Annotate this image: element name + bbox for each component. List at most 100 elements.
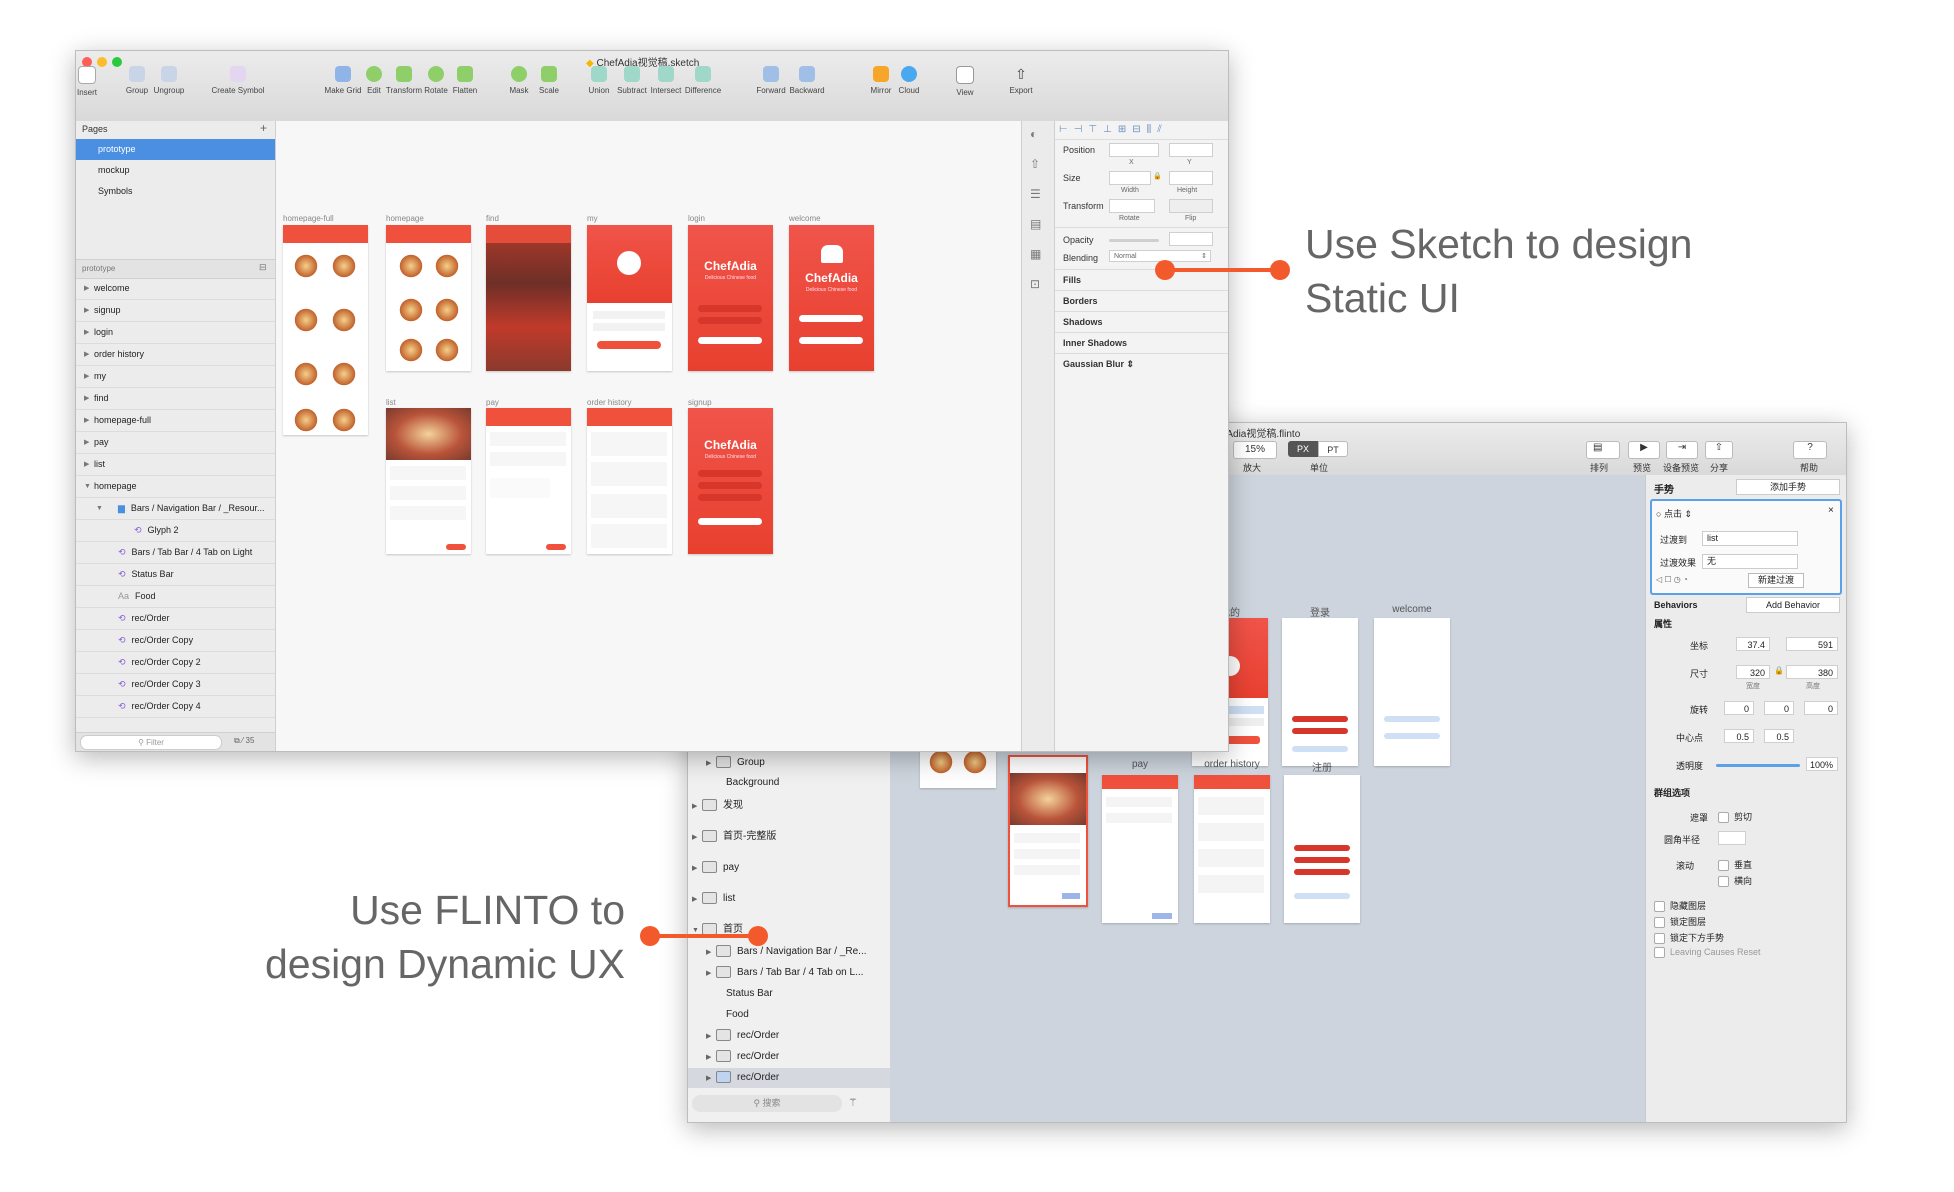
page-item-prototype[interactable]: prototype xyxy=(76,139,275,160)
artboard-order-history[interactable] xyxy=(587,408,672,554)
ungroup-button[interactable]: Ungroup xyxy=(146,66,192,95)
x-input[interactable]: 37.4 xyxy=(1736,637,1770,651)
rotate-y-input[interactable]: 0 xyxy=(1764,701,1794,715)
width-input[interactable]: 320 xyxy=(1736,665,1770,679)
layer-login[interactable]: ▶ login xyxy=(76,322,275,344)
layer-item[interactable]: ▶ rec/Order xyxy=(688,1047,908,1067)
width-input[interactable] xyxy=(1109,171,1151,185)
opacity-slider[interactable] xyxy=(1109,239,1159,242)
lock-icon[interactable]: 🔒 xyxy=(1774,666,1784,675)
layer-list[interactable]: ▶ list xyxy=(76,454,275,476)
page-item-symbols[interactable]: Symbols xyxy=(76,181,275,202)
rotate-x-input[interactable]: 0 xyxy=(1724,701,1754,715)
screen-login[interactable]: ChefAdia xyxy=(1282,618,1358,766)
export-button[interactable]: ⇧ Export xyxy=(998,66,1044,95)
layer-item[interactable]: ▶ 首页-完整版 xyxy=(688,827,894,847)
difference-button[interactable]: Difference xyxy=(680,66,726,95)
unit-pt-button[interactable]: PT xyxy=(1318,441,1348,457)
add-behavior-button[interactable]: Add Behavior xyxy=(1746,597,1840,613)
layer-item[interactable]: ▶ rec/Order xyxy=(688,1026,908,1046)
lock-below-checkbox[interactable]: 锁定下方手势 xyxy=(1654,931,1724,945)
add-page-icon[interactable]: + xyxy=(260,121,267,135)
new-transition-button[interactable]: 新建过渡 xyxy=(1748,573,1804,588)
help-button[interactable]: ? xyxy=(1793,441,1827,459)
collapse-icon[interactable]: ⊟ xyxy=(259,262,267,273)
page-item-mockup[interactable]: mockup xyxy=(76,160,275,181)
lock-layer-checkbox[interactable]: 锁定图层 xyxy=(1654,915,1706,929)
align-icons[interactable]: ⊢⊣⊤⊥⊞⊟⫼⫽ xyxy=(1055,121,1228,140)
hide-layer-checkbox[interactable]: 隐藏图层 xyxy=(1654,899,1706,913)
shadows-section[interactable]: Shadows xyxy=(1055,311,1228,333)
artboard-find[interactable] xyxy=(486,225,571,371)
artboard-welcome[interactable]: ChefAdia Delicious Chinese food xyxy=(789,225,874,371)
preview-button[interactable]: ▶ xyxy=(1628,441,1660,459)
layer-child[interactable]: ⟲ Bars / Tab Bar / 4 Tab on Light xyxy=(76,542,275,564)
screen-list-selected[interactable] xyxy=(1008,755,1088,907)
layer-item[interactable]: ▶ 发现 xyxy=(688,796,894,816)
layer-order-history[interactable]: ▶ order history xyxy=(76,344,275,366)
insert-button[interactable]: Insert xyxy=(76,66,110,97)
layer-child[interactable]: ⟲ rec/Order Copy 4 xyxy=(76,696,275,718)
hotspot-icon[interactable]: ⊡ xyxy=(1030,277,1040,291)
opacity-input[interactable] xyxy=(1169,232,1213,246)
layer-item[interactable]: ▶ Bars / Tab Bar / 4 Tab on L... xyxy=(688,963,908,983)
share-icon[interactable]: ⇧ xyxy=(1030,157,1040,171)
layer-homepage-full[interactable]: ▶ homepage-full xyxy=(76,410,275,432)
layer-child[interactable]: ▼ ▆ Bars / Navigation Bar / _Resour... xyxy=(76,498,275,520)
rotate-z-input[interactable]: 0 xyxy=(1804,701,1838,715)
inner-shadows-section[interactable]: Inner Shadows xyxy=(1055,332,1228,354)
filter-input[interactable]: ⚲ Filter xyxy=(80,735,222,750)
artboard-homepage[interactable] xyxy=(386,225,471,371)
layer-item[interactable]: ▶ list xyxy=(688,889,894,909)
height-input[interactable]: 380 xyxy=(1786,665,1838,679)
layer-child[interactable]: ⟲ rec/Order xyxy=(76,608,275,630)
layer-item[interactable]: ▶ Group xyxy=(688,753,908,773)
cloud-button[interactable]: Cloud xyxy=(886,66,932,95)
lock-icon[interactable]: 🔒 xyxy=(1153,172,1162,180)
layer-child[interactable]: Aa Food xyxy=(76,586,275,608)
center-y-input[interactable]: 0.5 xyxy=(1764,729,1794,743)
artboard-list[interactable] xyxy=(386,408,471,554)
screen-pay[interactable] xyxy=(1102,775,1178,923)
flatten-button[interactable]: Flatten xyxy=(442,66,488,95)
gaussian-blur-section[interactable]: Gaussian Blur ⇕ xyxy=(1055,353,1228,375)
leaving-reset-checkbox[interactable]: Leaving Causes Reset xyxy=(1654,947,1761,959)
tap-gesture[interactable]: ○ 点击 ⇕ xyxy=(1656,507,1692,520)
create-symbol-button[interactable]: Create Symbol xyxy=(208,66,268,95)
inspector-tab-icon[interactable]: ◐ xyxy=(1030,127,1037,141)
y-input[interactable]: 591 xyxy=(1786,637,1838,651)
artboard-signup[interactable]: ChefAdia Delicious Chinese food xyxy=(688,408,773,554)
transition-effect-select[interactable]: 无 xyxy=(1702,554,1798,569)
screen-order-history[interactable] xyxy=(1194,775,1270,923)
artboard-my[interactable] xyxy=(587,225,672,371)
add-gesture-button[interactable]: 添加手势 xyxy=(1736,479,1840,495)
vertical-checkbox[interactable]: 垂直 xyxy=(1718,858,1752,872)
transition-target-select[interactable]: list xyxy=(1702,531,1798,546)
artboard-pay[interactable] xyxy=(486,408,571,554)
height-input[interactable] xyxy=(1169,171,1213,185)
borders-section[interactable]: Borders xyxy=(1055,290,1228,312)
center-x-input[interactable]: 0.5 xyxy=(1724,729,1754,743)
layer-find[interactable]: ▶ find xyxy=(76,388,275,410)
share-button[interactable]: ⇧ xyxy=(1705,441,1733,459)
arrange-button[interactable]: ▤ xyxy=(1586,441,1620,459)
layer-my[interactable]: ▶ my xyxy=(76,366,275,388)
layer-child[interactable]: ⟲ rec/Order Copy 3 xyxy=(76,674,275,696)
close-icon[interactable]: × xyxy=(1828,505,1834,516)
layer-item[interactable]: ▶ Bars / Navigation Bar / _Re... xyxy=(688,942,908,962)
device-preview-button[interactable]: ⇥ xyxy=(1666,441,1698,459)
prototype-icon[interactable]: ▦ xyxy=(1030,247,1041,261)
fills-section[interactable]: Fills xyxy=(1055,269,1228,291)
layer-welcome[interactable]: ▶ welcome xyxy=(76,278,275,300)
layer-child[interactable]: ⟲ Glyph 2 xyxy=(76,520,275,542)
layer-signup[interactable]: ▶ signup xyxy=(76,300,275,322)
position-x-input[interactable] xyxy=(1109,143,1159,157)
horizontal-checkbox[interactable]: 横向 xyxy=(1718,874,1752,888)
clip-checkbox[interactable]: 剪切 xyxy=(1718,810,1752,824)
layer-search-input[interactable]: ⚲ 搜索 xyxy=(692,1095,842,1112)
screen-signup[interactable]: ChefAdia xyxy=(1284,775,1360,923)
layer-child[interactable]: ⟲ rec/Order Copy 2 xyxy=(76,652,275,674)
view-button[interactable]: View xyxy=(942,66,988,97)
zoom-select[interactable]: 15% xyxy=(1233,441,1277,459)
rotate-input[interactable] xyxy=(1109,199,1155,213)
